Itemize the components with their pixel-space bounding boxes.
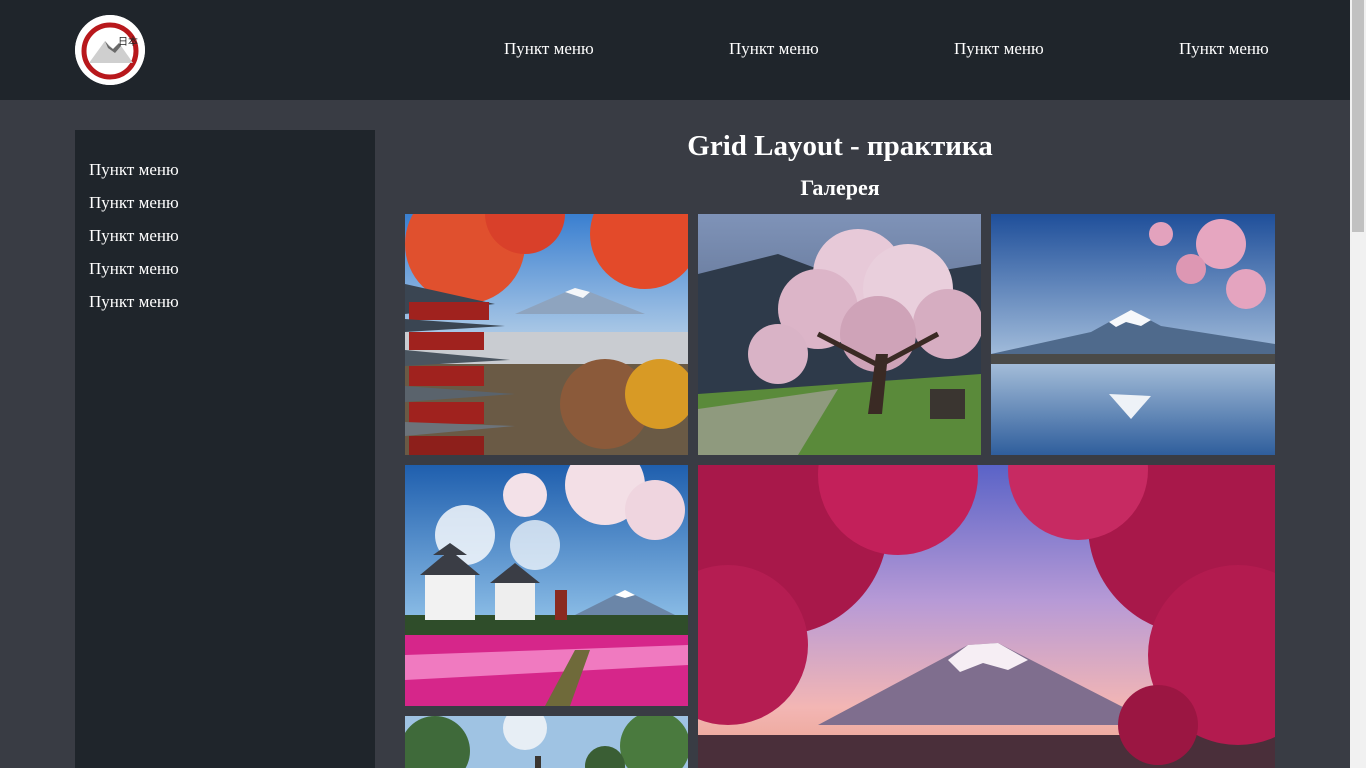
sidebar-item-1[interactable]: Пункт меню	[89, 160, 179, 180]
gallery-photo-fuji-maple[interactable]	[698, 465, 1275, 768]
sidebar-item-3[interactable]: Пункт меню	[89, 226, 179, 246]
photo-cherry-blossom	[698, 214, 981, 455]
svg-text:日本: 日本	[118, 35, 138, 48]
nav-item-1[interactable]: Пункт меню	[504, 39, 594, 59]
sidebar-item-4[interactable]: Пункт меню	[89, 259, 179, 279]
nav-item-4[interactable]: Пункт меню	[1179, 39, 1269, 59]
gallery-photo-garden[interactable]	[405, 716, 688, 768]
nav-item-2[interactable]: Пункт меню	[729, 39, 819, 59]
sidebar-item-2[interactable]: Пункт меню	[89, 193, 179, 213]
gallery-title: Галерея	[800, 175, 880, 200]
logo[interactable]: 日本	[75, 15, 145, 85]
page-title: Grid Layout - практика	[687, 130, 993, 162]
photo-japanese-garden	[405, 716, 688, 768]
site-header: 日本 Пункт меню Пункт меню Пункт меню Пунк…	[0, 0, 1350, 100]
gallery-photo-cherry-tree[interactable]	[698, 214, 981, 455]
gallery-photo-castle[interactable]	[405, 465, 688, 706]
photo-castle-flowers	[405, 465, 688, 706]
scrollbar-thumb[interactable]	[1352, 0, 1364, 232]
japan-logo-icon: 日本	[75, 15, 145, 85]
nav-item-3[interactable]: Пункт меню	[954, 39, 1044, 59]
gallery-photo-pagoda[interactable]	[405, 214, 688, 455]
gallery-photo-fuji-lake[interactable]	[991, 214, 1275, 455]
photo-pagoda-fuji	[405, 214, 688, 455]
sidebar: Пункт меню Пункт меню Пункт меню Пункт м…	[75, 130, 375, 768]
sidebar-item-5[interactable]: Пункт меню	[89, 292, 179, 312]
photo-fuji-red-maple	[698, 465, 1275, 768]
photo-fuji-reflection	[991, 214, 1275, 455]
